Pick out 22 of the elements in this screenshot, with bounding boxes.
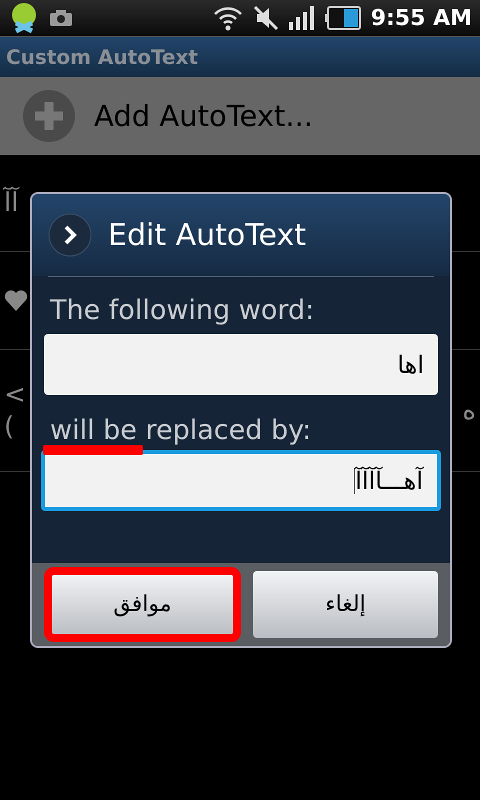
- cancel-button[interactable]: إلغاء: [253, 571, 438, 638]
- list-item-text: (: [4, 412, 16, 442]
- replacement-field[interactable]: آهـــآآآآ: [41, 450, 441, 511]
- signal-icon: [288, 6, 315, 30]
- wifi-icon: [212, 5, 243, 31]
- mute-icon: [252, 5, 279, 31]
- plus-icon: [22, 89, 76, 143]
- list-item-text: ه: [462, 396, 476, 426]
- add-autotext-item[interactable]: Add AutoText...: [0, 77, 480, 155]
- clock-time: 9:55 AM: [370, 6, 472, 30]
- field-label: The following word:: [50, 295, 314, 326]
- window-title: Custom AutoText: [6, 45, 198, 69]
- list-item-text: <: [4, 380, 26, 410]
- ok-button[interactable]: موافق: [50, 573, 235, 636]
- battery-icon: [324, 6, 361, 30]
- heart-icon: [4, 290, 28, 312]
- list-item-text: آآ: [4, 188, 18, 218]
- field-label: will be replaced by:: [50, 415, 312, 446]
- camera-icon: [50, 10, 72, 26]
- word-field[interactable]: اها: [44, 334, 438, 395]
- chevron-icon: [48, 213, 92, 257]
- dialog-title: Edit AutoText: [108, 218, 306, 252]
